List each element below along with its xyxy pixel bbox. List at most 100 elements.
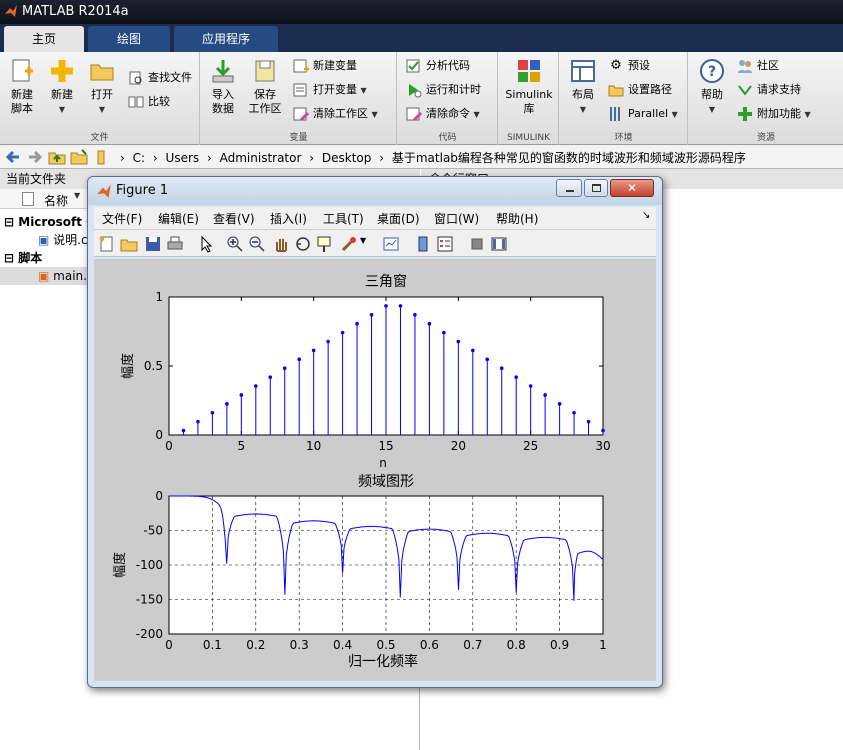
colorbar-icon[interactable] (414, 235, 432, 253)
breadcrumb-desktop[interactable]: Desktop (322, 151, 372, 165)
data-cursor-icon[interactable] (316, 235, 334, 253)
show-plot-tools-icon[interactable] (490, 235, 508, 253)
x-tick-label: 0 (165, 439, 173, 453)
import-icon (212, 60, 234, 83)
menu-tools[interactable]: 工具(T) (323, 210, 364, 227)
x-tick-label: 0 (165, 638, 173, 652)
tree-group-scripts[interactable]: ⊟ 脚本 (4, 249, 42, 267)
tree-group-microsoft[interactable]: ⊟ Microsoft O (4, 213, 96, 231)
figure-titlebar: Figure 1 ✕ (88, 177, 662, 205)
stem-marker (471, 348, 475, 353)
minimize-button[interactable] (556, 179, 582, 197)
menu-insert[interactable]: 插入(I) (270, 210, 307, 227)
clear-commands-icon (406, 107, 422, 122)
close-button[interactable]: ✕ (610, 179, 654, 197)
x-tick-label: 5 (238, 439, 246, 453)
breadcrumb-users[interactable]: Users (166, 151, 200, 165)
import-data-button[interactable]: 导入 数据 (205, 56, 241, 116)
collapse-icon[interactable]: ⊟ (4, 251, 14, 265)
open-variable-button[interactable]: 打开变量 ▼ (293, 80, 367, 100)
breadcrumb: › C: › Users › Administrator › Desktop ›… (120, 149, 750, 166)
x-tick-label: 25 (523, 439, 538, 453)
breadcrumb-project-folder[interactable]: 基于matlab编程各种常见的窗函数的时域波形和频域波形源码程序 (392, 151, 746, 165)
run-and-time-button[interactable]: 运行和计时 (406, 80, 481, 100)
add-ons-button[interactable]: 附加功能 ▼ (737, 104, 811, 124)
set-path-button[interactable]: 设置路径 (608, 80, 672, 100)
address-bar: › C: › Users › Administrator › Desktop ›… (0, 145, 843, 169)
tab-home[interactable]: 主页 (4, 26, 84, 52)
new-button[interactable]: 新建 ▼ (44, 56, 80, 117)
breadcrumb-administrator[interactable]: Administrator (220, 151, 302, 165)
open-button[interactable]: 打开 ▼ (84, 56, 120, 117)
menu-help[interactable]: 帮助(H) (496, 210, 538, 227)
print-icon[interactable] (166, 235, 184, 253)
zoom-out-icon[interactable] (248, 235, 266, 253)
new-script-button[interactable]: 新建 脚本 (4, 56, 40, 116)
save-icon[interactable] (144, 235, 162, 253)
rotate-3d-icon[interactable] (294, 235, 312, 253)
column-name-header[interactable]: 名称 (44, 192, 68, 209)
figure-toolbar: ▼ (94, 229, 656, 257)
x-tick-label: 20 (451, 439, 466, 453)
pointer-icon[interactable] (198, 235, 216, 253)
section-caption: 环境 (614, 133, 633, 143)
x-tick-label: 1 (599, 638, 607, 652)
breadcrumb-drive[interactable]: C: (133, 151, 145, 165)
menu-desktop[interactable]: 桌面(D) (377, 210, 420, 227)
find-files-button[interactable]: 查找文件 (128, 68, 192, 88)
checkbox-icon[interactable] (22, 192, 34, 206)
hide-plot-tools-icon[interactable] (468, 235, 486, 253)
stem-marker (514, 375, 518, 379)
help-button[interactable]: ? 帮助 ▼ (695, 56, 729, 117)
brush-icon[interactable] (340, 235, 358, 253)
link-plot-icon[interactable] (382, 235, 400, 253)
up-folder-icon[interactable] (48, 148, 66, 166)
community-button[interactable]: 社区 (737, 56, 779, 76)
maximize-button[interactable] (584, 179, 608, 197)
zoom-in-icon[interactable] (226, 235, 244, 253)
stem-marker (181, 428, 186, 433)
layout-button[interactable]: 布局 ▼ (566, 56, 600, 117)
compare-icon (128, 96, 144, 108)
x-tick-label: 0.6 (420, 638, 439, 652)
tree-file-readme[interactable]: ▣ 说明.c (38, 231, 88, 249)
analyze-code-button[interactable]: 分析代码 (406, 56, 470, 76)
clear-workspace-button[interactable]: 清除工作区 ▼ (293, 104, 378, 124)
preferences-button[interactable]: ⚙ 预设 (608, 56, 650, 76)
menu-edit[interactable]: 编辑(E) (158, 210, 199, 227)
menu-view[interactable]: 查看(V) (213, 210, 255, 227)
dock-arrow-icon[interactable]: ↘ (642, 210, 650, 221)
ribbon-section-file: 新建 脚本 新建 ▼ 打开 ▼ 查找文件 比较 文件 (0, 52, 200, 145)
tab-apps[interactable]: 应用程序 (174, 26, 278, 52)
compare-button[interactable]: 比较 (128, 92, 170, 112)
back-arrow-icon[interactable] (4, 148, 22, 166)
parallel-button[interactable]: Parallel ▼ (608, 104, 678, 124)
forward-arrow-icon[interactable] (26, 148, 44, 166)
stem-marker (326, 339, 330, 344)
stem-marker (572, 410, 576, 415)
stem-marker (601, 428, 605, 433)
ribbon-section-environment: 布局 ▼ ⚙ 预设 设置路径 Parallel ▼ 环境 (560, 52, 688, 145)
simulink-library-button[interactable]: Simulink 库 (503, 56, 555, 116)
browse-folder-icon[interactable] (70, 148, 88, 166)
axes-bottom-title: 频域图形 (358, 474, 414, 490)
request-support-button[interactable]: 请求支持 (737, 80, 801, 100)
app-title: MATLAB R2014a (22, 4, 129, 19)
chevron-down-icon[interactable]: ▼ (360, 236, 366, 245)
x-tick-label: 15 (378, 439, 393, 453)
pan-hand-icon[interactable] (272, 235, 290, 253)
new-variable-button[interactable]: 新建变量 (293, 56, 357, 76)
sort-down-icon[interactable]: ▼ (74, 191, 80, 200)
clear-commands-button[interactable]: 清除命令 ▼ (406, 104, 480, 124)
save-workspace-button[interactable]: 保存 工作区 (245, 56, 285, 116)
collapse-icon[interactable]: ⊟ (4, 215, 14, 229)
open-file-icon[interactable] (120, 235, 138, 253)
menu-window[interactable]: 窗口(W) (434, 210, 479, 227)
menu-file[interactable]: 文件(F) (102, 210, 142, 227)
chevron-down-icon: ▼ (708, 105, 716, 114)
legend-icon[interactable] (436, 235, 454, 253)
stem-marker (557, 402, 562, 406)
tab-plots[interactable]: 绘图 (88, 26, 170, 52)
folder-open-icon (90, 64, 114, 81)
new-figure-icon[interactable] (98, 235, 116, 253)
